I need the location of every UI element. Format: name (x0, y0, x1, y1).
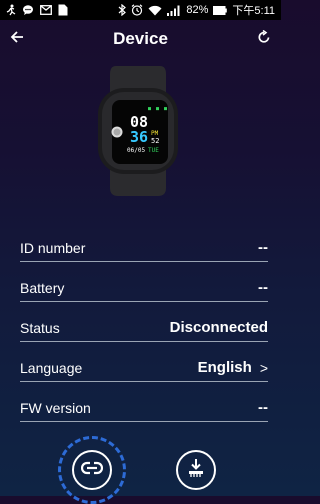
status-value: Disconnected (169, 319, 268, 336)
refresh-icon (257, 29, 271, 49)
firmware-update-button[interactable] (176, 450, 216, 490)
watch-status-dots: ■ ■ ■ (148, 106, 169, 112)
battery-percent: 82% (186, 4, 209, 16)
fw-version-row: FW version -- (20, 382, 268, 422)
battery-icon (213, 5, 228, 15)
clock-time: 下午5:11 (232, 5, 275, 17)
chat-icon (22, 4, 34, 16)
bluetooth-icon (118, 4, 127, 16)
chevron-right-icon: > (259, 359, 268, 376)
status-label: Status (20, 320, 60, 336)
watch-seconds: 52 (151, 137, 160, 145)
pair-device-button[interactable] (72, 450, 112, 490)
language-row[interactable]: Language English > (20, 342, 268, 382)
language-label: Language (20, 360, 83, 376)
alarm-icon (131, 4, 143, 16)
fw-version-label: FW version (20, 400, 91, 416)
download-icon (185, 457, 207, 484)
watch-minute: 36 (130, 128, 149, 146)
run-icon (6, 4, 16, 16)
link-icon (80, 457, 104, 484)
battery-value: -- (258, 279, 268, 296)
watch-image: ■ ■ ■ 08 36 PM 52 06/05 TUE (86, 64, 190, 198)
wifi-icon (148, 5, 162, 16)
refresh-button[interactable] (253, 28, 275, 50)
battery-row: Battery -- (20, 262, 268, 302)
watch-day: TUE (148, 147, 159, 154)
id-number-row: ID number -- (20, 222, 268, 262)
system-status: 82% 下午5:11 (118, 2, 275, 18)
language-value-wrap[interactable]: English > (198, 359, 268, 376)
file-icon (58, 4, 68, 16)
fw-version-value: -- (258, 399, 268, 416)
watch-date: 06/05 (127, 147, 146, 154)
app-bar: Device (0, 20, 281, 60)
watch-face: ■ ■ ■ 08 36 PM 52 06/05 TUE (127, 106, 170, 165)
notification-icons (6, 4, 68, 16)
status-bar: 82% 下午5:11 (0, 0, 281, 20)
id-number-label: ID number (20, 240, 86, 256)
mail-icon (40, 5, 52, 15)
battery-label: Battery (20, 280, 65, 296)
status-row: Status Disconnected (20, 302, 268, 342)
device-info-list: ID number -- Battery -- Status Disconnec… (20, 222, 268, 422)
signal-icon (167, 5, 181, 16)
language-value: English (197, 359, 252, 376)
page-title: Device (113, 29, 168, 48)
id-number-value: -- (258, 239, 268, 256)
